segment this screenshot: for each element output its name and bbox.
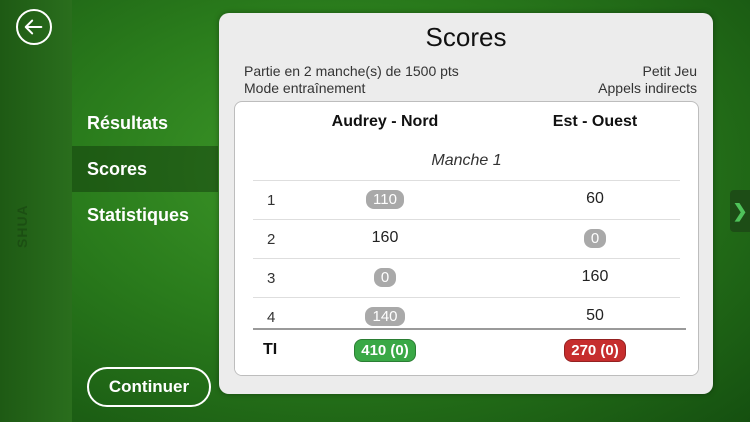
scores-table[interactable]: Audrey - Nord Est - Ouest Manche 1 1 110… <box>234 101 699 376</box>
game-variant: Petit Jeu <box>642 63 697 79</box>
scores-panel: Scores Partie en 2 manche(s) de 1500 pts… <box>219 13 713 394</box>
side-menu: Résultats Scores Statistiques <box>72 100 218 238</box>
score-cell: 160 <box>371 229 399 246</box>
score-cell: 0 <box>373 268 397 287</box>
row-number: 4 <box>267 309 276 326</box>
game-info-left: Partie en 2 manche(s) de 1500 pts Mode e… <box>244 63 459 97</box>
game-info-right: Petit Jeu Appels indirects <box>598 63 697 97</box>
totals-divider <box>253 328 686 330</box>
back-button[interactable] <box>16 9 52 45</box>
score-cell: 160 <box>581 268 609 285</box>
row-number: 1 <box>267 192 276 209</box>
chevron-right-icon: ❯ <box>732 200 748 221</box>
score-cell: 110 <box>366 190 404 209</box>
game-mode: Mode entraînement <box>244 80 366 96</box>
score-cell: 0 <box>583 229 607 248</box>
side-panel-tab[interactable]: ❯ <box>730 190 750 232</box>
table-row: 2 160 0 <box>253 219 680 259</box>
total-badge-team-b: 270 (0) <box>564 339 626 362</box>
score-cell: 50 <box>586 307 604 324</box>
app-logo: SHUA <box>14 204 30 248</box>
row-number: 3 <box>267 270 276 287</box>
panel-title: Scores <box>425 22 507 52</box>
menu-item-scores[interactable]: Scores <box>72 146 218 192</box>
table-row: 3 0 160 <box>253 258 680 298</box>
score-cell: 60 <box>586 190 604 207</box>
game-length: Partie en 2 manche(s) de 1500 pts <box>244 63 459 79</box>
arrow-left-icon <box>24 19 43 35</box>
section-header: Manche 1 <box>431 152 502 169</box>
row-number: 2 <box>267 231 276 248</box>
total-label: TI <box>263 341 278 358</box>
menu-item-resultats[interactable]: Résultats <box>72 100 218 146</box>
column-header-team-a: Audrey - Nord <box>331 113 439 130</box>
call-mode: Appels indirects <box>598 80 697 96</box>
left-strip: SHUA <box>0 0 72 422</box>
continue-button[interactable]: Continuer <box>87 367 211 407</box>
table-row: 1 110 60 <box>253 180 680 220</box>
score-cell: 140 <box>365 307 405 326</box>
total-badge-team-a: 410 (0) <box>354 339 416 362</box>
menu-item-statistiques[interactable]: Statistiques <box>72 192 218 238</box>
column-header-team-b: Est - Ouest <box>552 113 638 130</box>
